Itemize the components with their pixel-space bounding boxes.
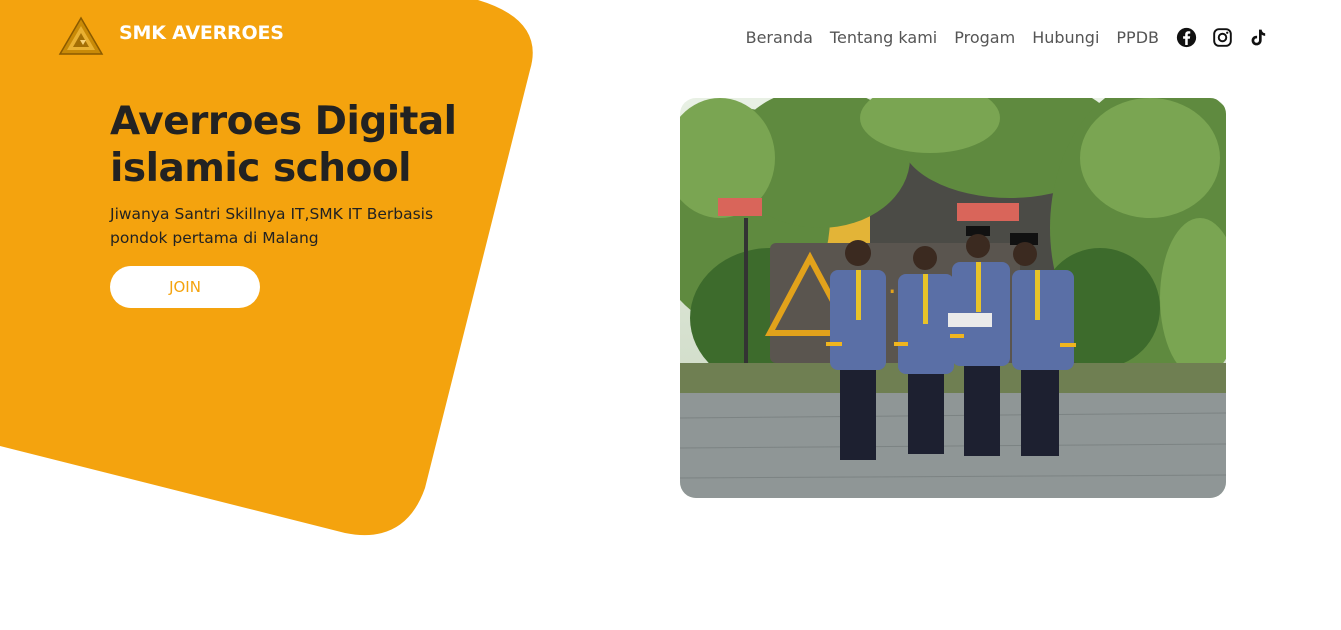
hero-subtitle-line-1: Jiwanya Santri Skillnya IT,SMK IT Berbas… — [110, 205, 434, 223]
triangle-logo-icon[interactable] — [58, 16, 104, 56]
hero-title-line-1: Averroes Digital — [110, 99, 457, 144]
nav-link-progam[interactable]: Progam — [954, 28, 1015, 47]
tiktok-icon[interactable] — [1247, 26, 1269, 48]
hero-photo: ... — [680, 98, 1226, 498]
main-nav: Beranda Tentang kami Progam Hubungi PPDB — [746, 24, 1269, 50]
hero-subtitle-line-2: pondok pertama di Malang — [110, 229, 319, 247]
join-button[interactable]: JOIN — [110, 266, 260, 308]
facebook-icon[interactable] — [1175, 26, 1197, 48]
nav-link-hubungi[interactable]: Hubungi — [1032, 28, 1099, 47]
nav-link-ppdb[interactable]: PPDB — [1116, 28, 1159, 47]
hero-title: Averroes Digital islamic school — [110, 98, 510, 192]
brand-name[interactable]: SMK AVERROES — [119, 22, 284, 44]
nav-link-tentang-kami[interactable]: Tentang kami — [830, 28, 937, 47]
hero-subtitle: Jiwanya Santri Skillnya IT,SMK IT Berbas… — [110, 202, 470, 250]
nav-link-beranda[interactable]: Beranda — [746, 28, 813, 47]
hero-title-line-2: islamic school — [110, 146, 412, 191]
instagram-icon[interactable] — [1211, 26, 1233, 48]
hero-background-shape — [0, 0, 533, 536]
